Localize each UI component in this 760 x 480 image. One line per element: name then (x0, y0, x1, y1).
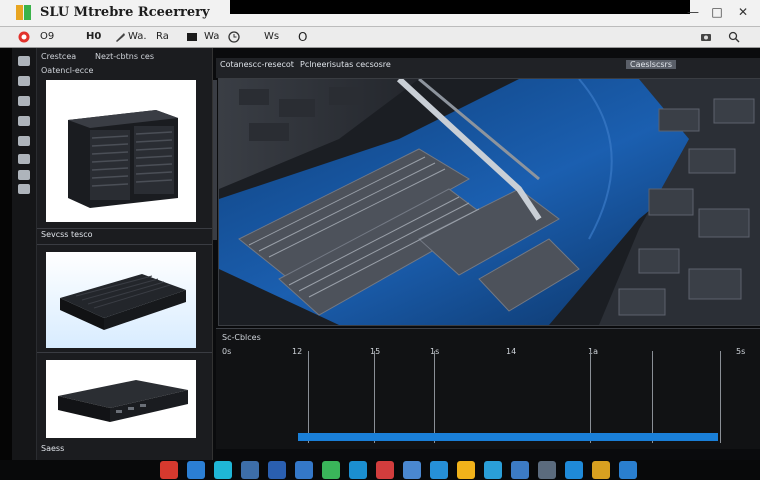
timeline-marker[interactable] (434, 351, 435, 443)
settings-icon[interactable] (18, 76, 30, 86)
window-title: SLU Mtrebre Rceerrery (40, 5, 210, 20)
toolbar-item-6[interactable]: Ws (264, 29, 279, 45)
app-logo-icon (16, 5, 32, 20)
app-video-icon[interactable] (430, 461, 448, 479)
search-icon[interactable] (728, 31, 740, 43)
minimize-button[interactable]: — (684, 4, 702, 20)
side-icon-strip (12, 48, 37, 460)
timeline-label: Sc-Cblces (222, 333, 261, 342)
timeline-marker[interactable] (590, 351, 591, 443)
toolbar-item-3[interactable]: Wa. (128, 29, 147, 45)
thumbnail-3[interactable] (46, 360, 196, 438)
app-sun-icon[interactable] (457, 461, 475, 479)
thumb-divider (37, 228, 212, 229)
toolbar-item-1[interactable]: O9 (40, 29, 54, 45)
title-bar-shadow (230, 0, 690, 14)
app-mail-icon[interactable] (403, 461, 421, 479)
layers-icon[interactable] (18, 170, 30, 180)
app-people-icon[interactable] (241, 461, 259, 479)
info-icon[interactable] (18, 184, 30, 194)
app-pin-icon[interactable] (376, 461, 394, 479)
user-icon[interactable] (18, 136, 30, 146)
thumbnail-panel: Crestcea Nezt-cbtns ces Oatencl-ecce Sev… (37, 48, 213, 460)
viewer-subtitle: Cotanescc-resecot (220, 60, 294, 69)
app-web-icon[interactable] (538, 461, 556, 479)
timeline-marker[interactable] (652, 351, 653, 443)
thumbnail-caption-1: Sevcss tesco (41, 230, 93, 239)
toolbar: O9 H0 Wa. Ra Wa Ws O (0, 27, 760, 48)
timeline-tick-4: 14 (506, 347, 517, 356)
list-icon[interactable] (18, 154, 30, 164)
aerial-city-image (219, 79, 760, 325)
viewer-right-tab[interactable]: Caeslscsrs (626, 60, 676, 69)
taskbar (0, 460, 760, 480)
app-map-icon[interactable] (484, 461, 502, 479)
thumbs-header-2: Nezt-cbtns ces (95, 52, 155, 61)
thumbnail-2[interactable] (46, 252, 196, 348)
timeline-marker[interactable] (308, 351, 309, 443)
folder-icon[interactable] (18, 96, 30, 106)
timeline-tick-6: 5s (736, 347, 746, 356)
toolbar-item-5[interactable]: Wa (204, 29, 219, 45)
app-shield-icon[interactable] (511, 461, 529, 479)
timeline-tick-1: 12 (292, 347, 303, 356)
thumbs-scrollbar[interactable] (213, 80, 217, 240)
image-viewer[interactable] (218, 78, 760, 326)
toolbar-item-4[interactable]: Ra (156, 29, 169, 45)
app-blue-icon[interactable] (187, 461, 205, 479)
timeline-marker[interactable] (374, 351, 375, 443)
image-icon[interactable] (186, 31, 198, 43)
app-grid-icon[interactable] (619, 461, 637, 479)
app-chat-icon[interactable] (322, 461, 340, 479)
thumbs-header: Crestcea (41, 52, 77, 61)
record-icon[interactable] (18, 31, 30, 43)
maximize-button[interactable]: □ (708, 4, 726, 20)
app-stack-icon[interactable] (592, 461, 610, 479)
app-doc-icon[interactable] (295, 461, 313, 479)
thumb-divider-2 (37, 244, 212, 245)
air-conditioner-image (46, 80, 196, 222)
clock-icon[interactable] (228, 31, 240, 43)
close-button[interactable]: ✕ (734, 4, 752, 20)
app-red-icon[interactable] (160, 461, 178, 479)
timeline-tick-2: 15 (370, 347, 381, 356)
thumbs-subheader: Oatencl-ecce (41, 66, 94, 75)
viewer-tab[interactable]: Pclneerisutas cecsosre (300, 60, 391, 69)
viewer-header: Cotanescc-resecot Pclneerisutas cecsosre… (216, 58, 760, 78)
toolbar-item-7[interactable]: O (298, 29, 307, 45)
dvr-device-image (46, 360, 196, 438)
timeline-marker[interactable] (720, 351, 721, 443)
home-icon[interactable] (18, 56, 30, 66)
timeline-panel: Sc-Cblces 0s 12 15 1s 14 1a 5s (216, 328, 760, 449)
title-bar: SLU Mtrebre Rceerrery — □ ✕ (0, 0, 760, 27)
thumbnail-1[interactable] (46, 80, 196, 222)
app-edge-icon[interactable] (565, 461, 583, 479)
router-image (46, 252, 196, 348)
left-rail (0, 48, 12, 460)
app-screen-icon[interactable] (268, 461, 286, 479)
app-store-icon[interactable] (349, 461, 367, 479)
thumbnail-caption-3: Saess (41, 444, 65, 453)
timeline-tick-0: 0s (222, 347, 232, 356)
wrench-icon[interactable] (114, 31, 126, 43)
thumb-divider-3 (37, 352, 212, 353)
camera-icon[interactable] (700, 31, 712, 43)
toolbar-item-2[interactable]: H0 (86, 29, 101, 45)
timeline-progress-bar[interactable] (298, 433, 718, 441)
tag-icon[interactable] (18, 116, 30, 126)
app-cyan-icon[interactable] (214, 461, 232, 479)
